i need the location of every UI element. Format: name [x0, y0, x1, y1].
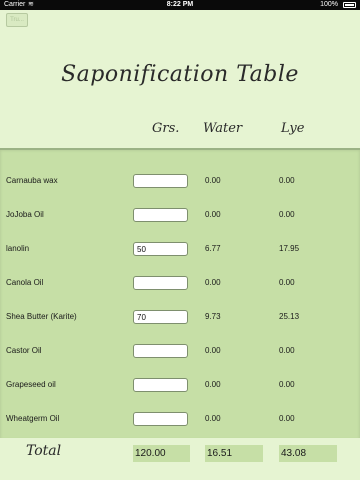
- status-bar: Carrier ≋ 8:22 PM 100%: [0, 0, 360, 10]
- total-lye: 43.08: [279, 445, 337, 462]
- grams-input[interactable]: [133, 412, 188, 426]
- lye-value: 0.00: [279, 176, 295, 185]
- table-row: Carnauba wax 0.00 0.00: [0, 171, 360, 191]
- grams-input[interactable]: [133, 276, 188, 290]
- oil-table: Carnauba wax 0.00 0.00 JoJoba Oil 0.00 0…: [0, 148, 360, 438]
- table-row: lanolin 6.77 17.95: [0, 239, 360, 259]
- lye-value: 0.00: [279, 210, 295, 219]
- battery-percent: 100%: [320, 1, 338, 8]
- grams-input[interactable]: [133, 378, 188, 392]
- lye-value: 0.00: [279, 346, 295, 355]
- oil-name: Wheatgerm Oil: [6, 414, 60, 423]
- total-water: 16.51: [205, 445, 263, 462]
- table-row: Wheatgerm Oil 0.00 0.00: [0, 409, 360, 429]
- table-row: Canola Oil 0.00 0.00: [0, 273, 360, 293]
- lye-value: 0.00: [279, 414, 295, 423]
- back-button[interactable]: Tru...: [6, 13, 28, 27]
- oil-name: JoJoba Oil: [6, 210, 44, 219]
- column-header-lye: Lye: [281, 121, 305, 136]
- grams-input[interactable]: [133, 344, 188, 358]
- water-value: 0.00: [205, 210, 221, 219]
- table-row: Castor Oil 0.00 0.00: [0, 341, 360, 361]
- water-value: 0.00: [205, 380, 221, 389]
- oil-name: Grapeseed oil: [6, 380, 56, 389]
- oil-name: Castor Oil: [6, 346, 42, 355]
- oil-name: Shea Butter (Karite): [6, 312, 77, 321]
- table-row: Shea Butter (Karite) 9.73 25.13: [0, 307, 360, 327]
- water-value: 6.77: [205, 244, 221, 253]
- lye-value: 17.95: [279, 244, 300, 253]
- battery-icon: [343, 2, 356, 8]
- toolbar: Tru...: [0, 10, 360, 30]
- column-header-grs: Grs.: [152, 121, 180, 136]
- table-row: JoJoba Oil 0.00 0.00: [0, 205, 360, 225]
- lye-value: 0.00: [279, 278, 295, 287]
- total-grams: 120.00: [133, 445, 190, 462]
- page-title: Saponification Table: [61, 62, 299, 87]
- grams-input[interactable]: [133, 310, 188, 324]
- oil-name: Carnauba wax: [6, 176, 58, 185]
- oil-name: lanolin: [6, 244, 30, 253]
- grams-input[interactable]: [133, 174, 188, 188]
- clock: 8:22 PM: [166, 1, 194, 8]
- grams-input[interactable]: [133, 242, 188, 256]
- column-header-water: Water: [203, 121, 243, 136]
- water-value: 9.73: [205, 312, 221, 321]
- lye-value: 25.13: [279, 312, 300, 321]
- total-label: Total: [26, 443, 62, 459]
- water-value: 0.00: [205, 414, 221, 423]
- water-value: 0.00: [205, 346, 221, 355]
- lye-value: 0.00: [279, 380, 295, 389]
- grams-input[interactable]: [133, 208, 188, 222]
- water-value: 0.00: [205, 278, 221, 287]
- water-value: 0.00: [205, 176, 221, 185]
- oil-name: Canola Oil: [6, 278, 44, 287]
- table-row: Grapeseed oil 0.00 0.00: [0, 375, 360, 395]
